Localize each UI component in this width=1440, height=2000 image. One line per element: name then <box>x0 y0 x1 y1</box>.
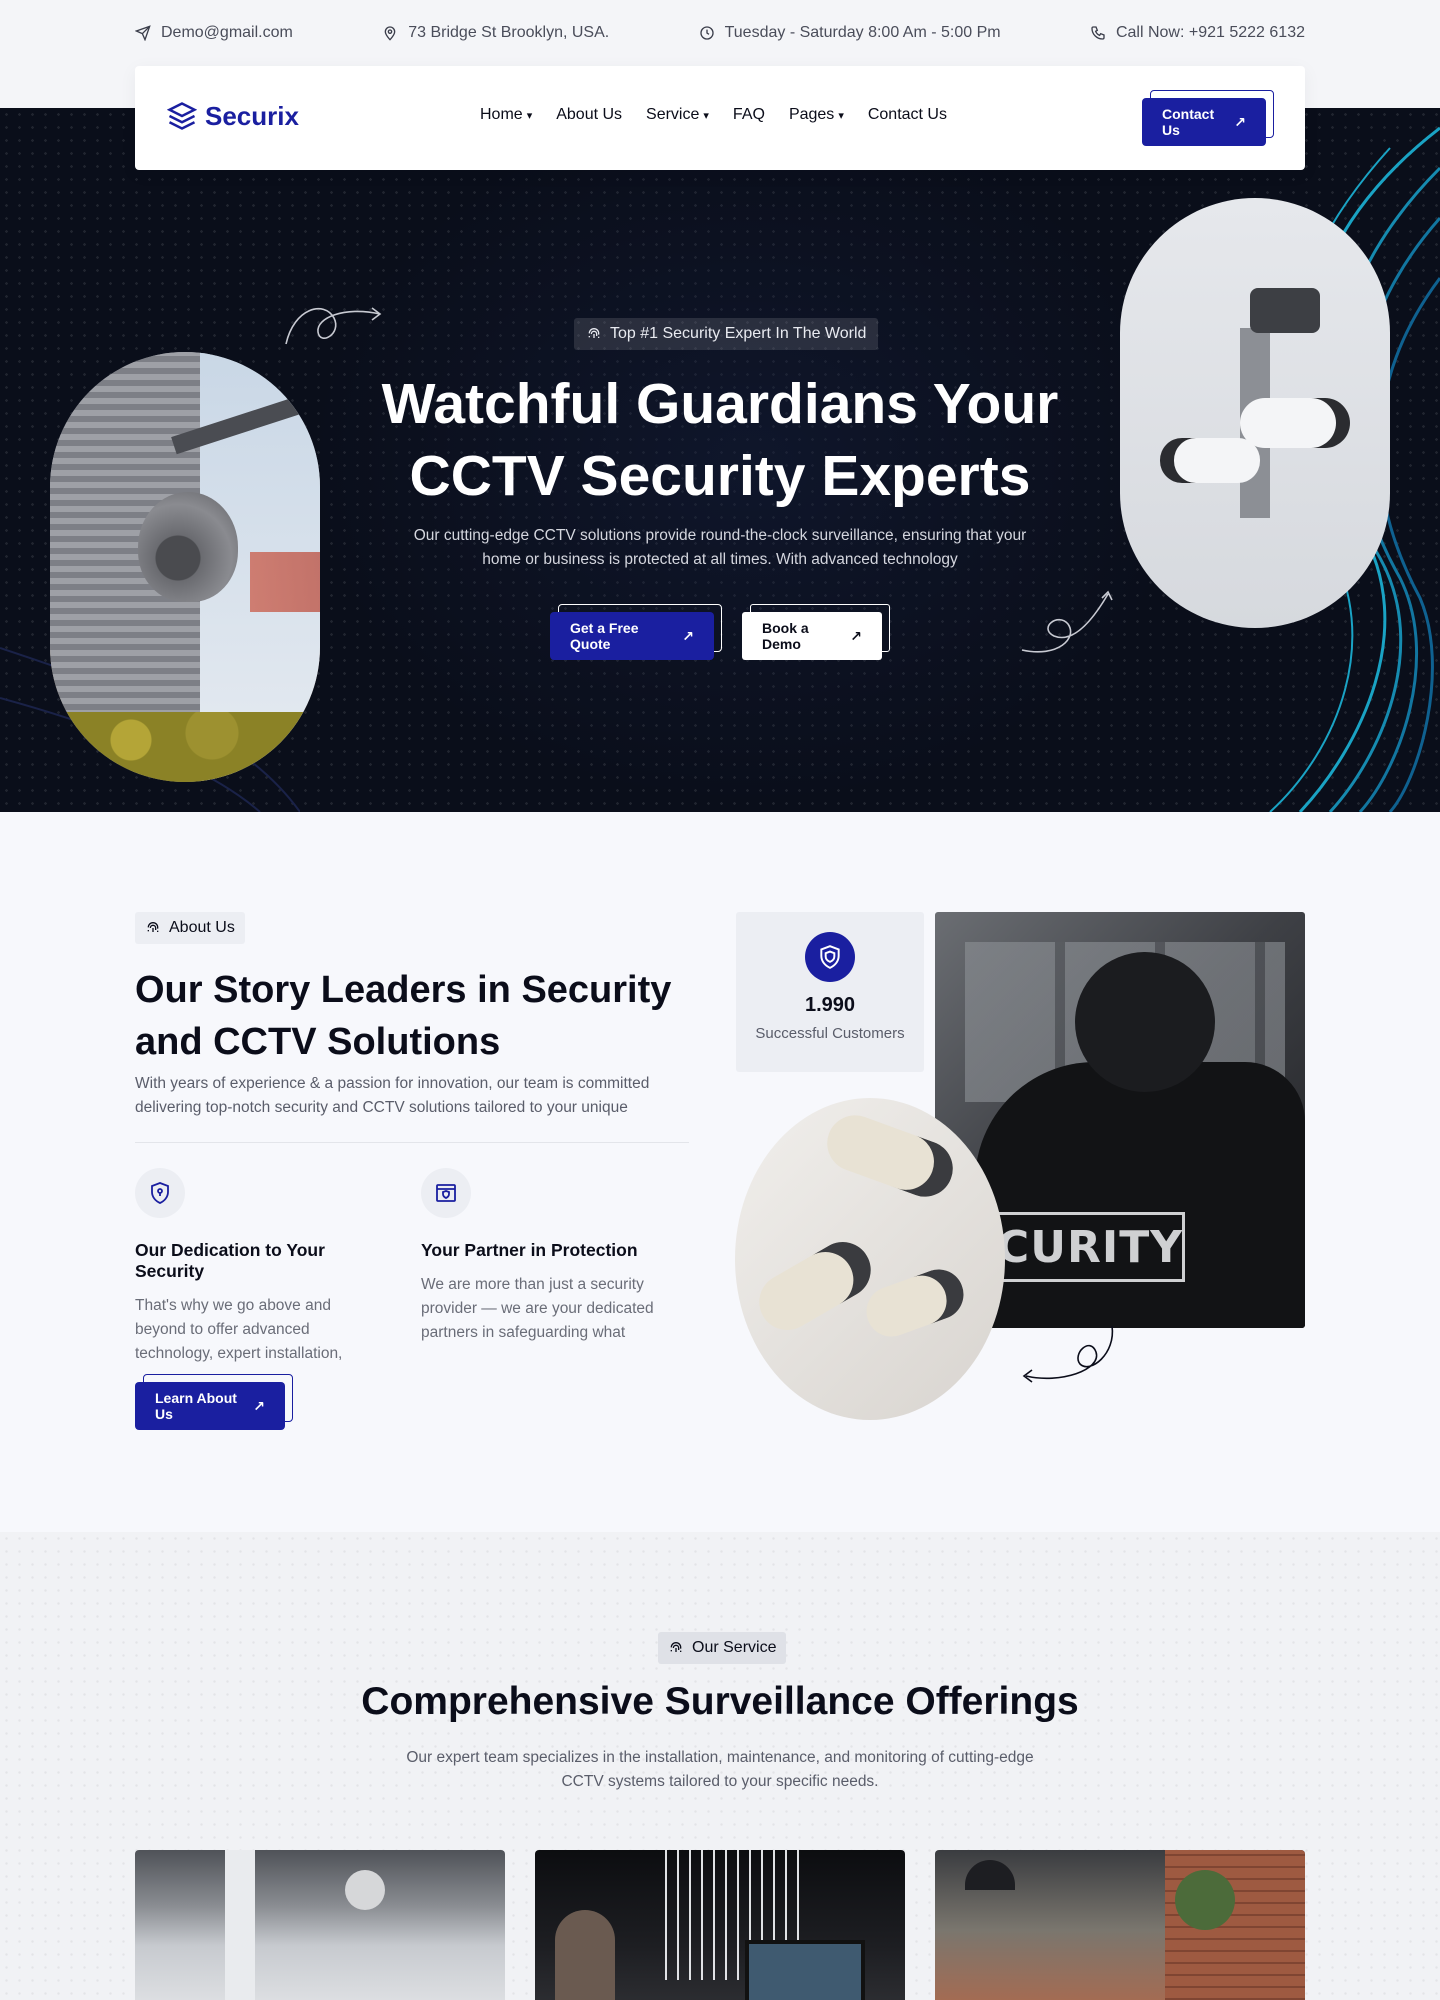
hero-subtitle: Our cutting-edge CCTV solutions provide … <box>413 527 1027 568</box>
service-subtitle: Our expert team specializes in the insta… <box>406 1749 1034 1790</box>
learn-about-us-label: Learn About Us <box>155 1390 237 1422</box>
fingerprint-icon <box>670 1642 682 1652</box>
nav-item-home[interactable]: Home ▾ <box>480 106 532 124</box>
service-title: Comprehensive Surveillance Offerings <box>361 1680 1079 1723</box>
about-chip-label: About Us <box>169 919 235 936</box>
nav-item-about[interactable]: About Us <box>556 106 622 124</box>
hero-title-line-2: CCTV Security Experts <box>409 444 1031 508</box>
about-button-wrapper: Learn About Us ↗ <box>135 1374 293 1430</box>
service-card-image[interactable] <box>935 1850 1305 2000</box>
shield-badge-icon <box>805 932 855 982</box>
arrow-up-right-icon: ↗ <box>682 627 694 644</box>
clock-icon <box>699 26 714 40</box>
layers-logo-icon <box>167 102 197 130</box>
topbar-phone[interactable]: Call Now: +921 5222 6132 <box>1090 24 1305 42</box>
about-title: Our Story Leaders in Security and CCTV S… <box>135 969 672 1063</box>
arrow-up-right-icon: ↗ <box>253 1397 265 1414</box>
squiggle-arrow-icon <box>285 307 382 345</box>
browser-shield-icon <box>421 1168 471 1218</box>
nav-item-contact[interactable]: Contact Us <box>868 106 947 124</box>
get-free-quote-label: Get a Free Quote <box>570 620 639 652</box>
contact-us-button[interactable]: Contact Us ↗ <box>1142 98 1266 146</box>
contact-us-label: Contact Us <box>1162 106 1215 138</box>
stat-number: 1.990 <box>804 994 856 1016</box>
nav-menu: Home ▾ About Us Service ▾ FAQ Pages ▾ Conta… <box>480 106 947 124</box>
hero-section: Top #1 Security Expert In The World Watc… <box>0 108 1440 812</box>
guard-patch-text: CURITY <box>995 1212 1185 1282</box>
nav-item-about-label: About Us <box>556 106 623 123</box>
chevron-down-icon: ▾ <box>703 109 709 122</box>
logo-text: Securix <box>205 100 299 131</box>
feature-text: We are more than just a security provide… <box>421 1276 654 1341</box>
shield-keyhole-icon <box>135 1168 185 1218</box>
stat-card: 1.990 Successful Customers <box>736 912 924 1072</box>
squiggle-arrow-icon <box>1022 1325 1114 1383</box>
topbar-address: 73 Bridge St Brooklyn, USA. <box>382 24 609 42</box>
nav-item-home-label: Home <box>480 106 523 123</box>
nav-cta-wrapper: Contact Us ↗ <box>1142 90 1274 146</box>
service-chip-label: Our Service <box>692 1639 777 1656</box>
main-navbar: Securix Home ▾ About Us Service ▾ FAQ Page… <box>135 66 1305 170</box>
service-section: Our Service Comprehensive Surveillance O… <box>0 1532 1440 2000</box>
hero-badge: Top #1 Security Expert In The World <box>574 318 879 350</box>
hero-image-dome-camera <box>50 352 320 782</box>
bullet-cameras-image <box>735 1098 1005 1420</box>
chevron-down-icon: ▾ <box>838 109 844 122</box>
fingerprint-icon <box>147 922 159 932</box>
nav-item-faq-label: FAQ <box>732 106 765 123</box>
about-description: With years of experience & a passion for… <box>135 1075 650 1116</box>
location-pin-icon <box>384 26 396 41</box>
topbar-email-text: Demo@gmail.com <box>161 24 293 41</box>
about-section: About Us Our Story Leaders in Security a… <box>0 812 1440 1532</box>
nav-item-service-label: Service <box>646 106 700 123</box>
nav-item-contact-label: Contact Us <box>867 106 947 123</box>
nav-item-service[interactable]: Service ▾ <box>646 106 709 124</box>
service-card-image[interactable] <box>135 1850 505 2000</box>
learn-about-us-button[interactable]: Learn About Us ↗ <box>135 1382 285 1430</box>
arrow-up-right-icon: ↗ <box>1234 113 1246 130</box>
hero-badge-text: Top #1 Security Expert In The World <box>610 325 867 342</box>
feature-dedication: Our Dedication to Your Security That's w… <box>135 1168 385 1366</box>
stat-label: Successful Customers <box>755 1025 905 1042</box>
hero-buttons: Get a Free Quote ↗ Book a Demo ↗ <box>550 604 890 660</box>
topbar-hours-text: Tuesday - Saturday 8:00 Am - 5:00 Pm <box>724 24 1001 41</box>
nav-item-pages-label: Pages <box>788 106 835 123</box>
topbar-hours: Tuesday - Saturday 8:00 Am - 5:00 Pm <box>699 24 1001 42</box>
topbar-email[interactable]: Demo@gmail.com <box>135 24 293 42</box>
hero-title: Watchful Guardians Your CCTV Security Ex… <box>300 368 1140 512</box>
phone-icon <box>1091 26 1105 40</box>
about-chip: About Us <box>135 912 245 944</box>
book-demo-label: Book a Demo <box>762 620 809 652</box>
nav-item-faq[interactable]: FAQ <box>733 106 765 124</box>
topbar-phone-text: Call Now: +921 5222 6132 <box>1115 24 1305 41</box>
service-card-image[interactable] <box>535 1850 905 2000</box>
divider <box>135 1142 689 1143</box>
topbar-address-text: 73 Bridge St Brooklyn, USA. <box>408 24 610 41</box>
fingerprint-icon <box>588 328 600 338</box>
feature-title: Our Dedication to Your Security <box>135 1240 325 1281</box>
arrow-up-right-icon: ↗ <box>850 627 862 644</box>
feature-text: That's why we go above and beyond to off… <box>135 1297 343 1362</box>
feature-title: Your Partner in Protection <box>421 1240 638 1260</box>
book-demo-button[interactable]: Book a Demo ↗ <box>742 612 882 660</box>
hero-title-line-1: Watchful Guardians Your <box>381 372 1059 436</box>
send-icon <box>135 25 151 41</box>
service-chip: Our Service <box>658 1632 787 1664</box>
site-logo[interactable]: Securix <box>167 100 299 132</box>
hero-image-wall-cameras <box>1120 198 1390 628</box>
nav-item-pages[interactable]: Pages ▾ <box>789 106 844 124</box>
get-free-quote-button[interactable]: Get a Free Quote ↗ <box>550 612 714 660</box>
squiggle-arrow-icon-right <box>1021 590 1113 653</box>
chevron-down-icon: ▾ <box>526 109 533 122</box>
feature-partner: Your Partner in Protection We are more t… <box>421 1168 671 1345</box>
